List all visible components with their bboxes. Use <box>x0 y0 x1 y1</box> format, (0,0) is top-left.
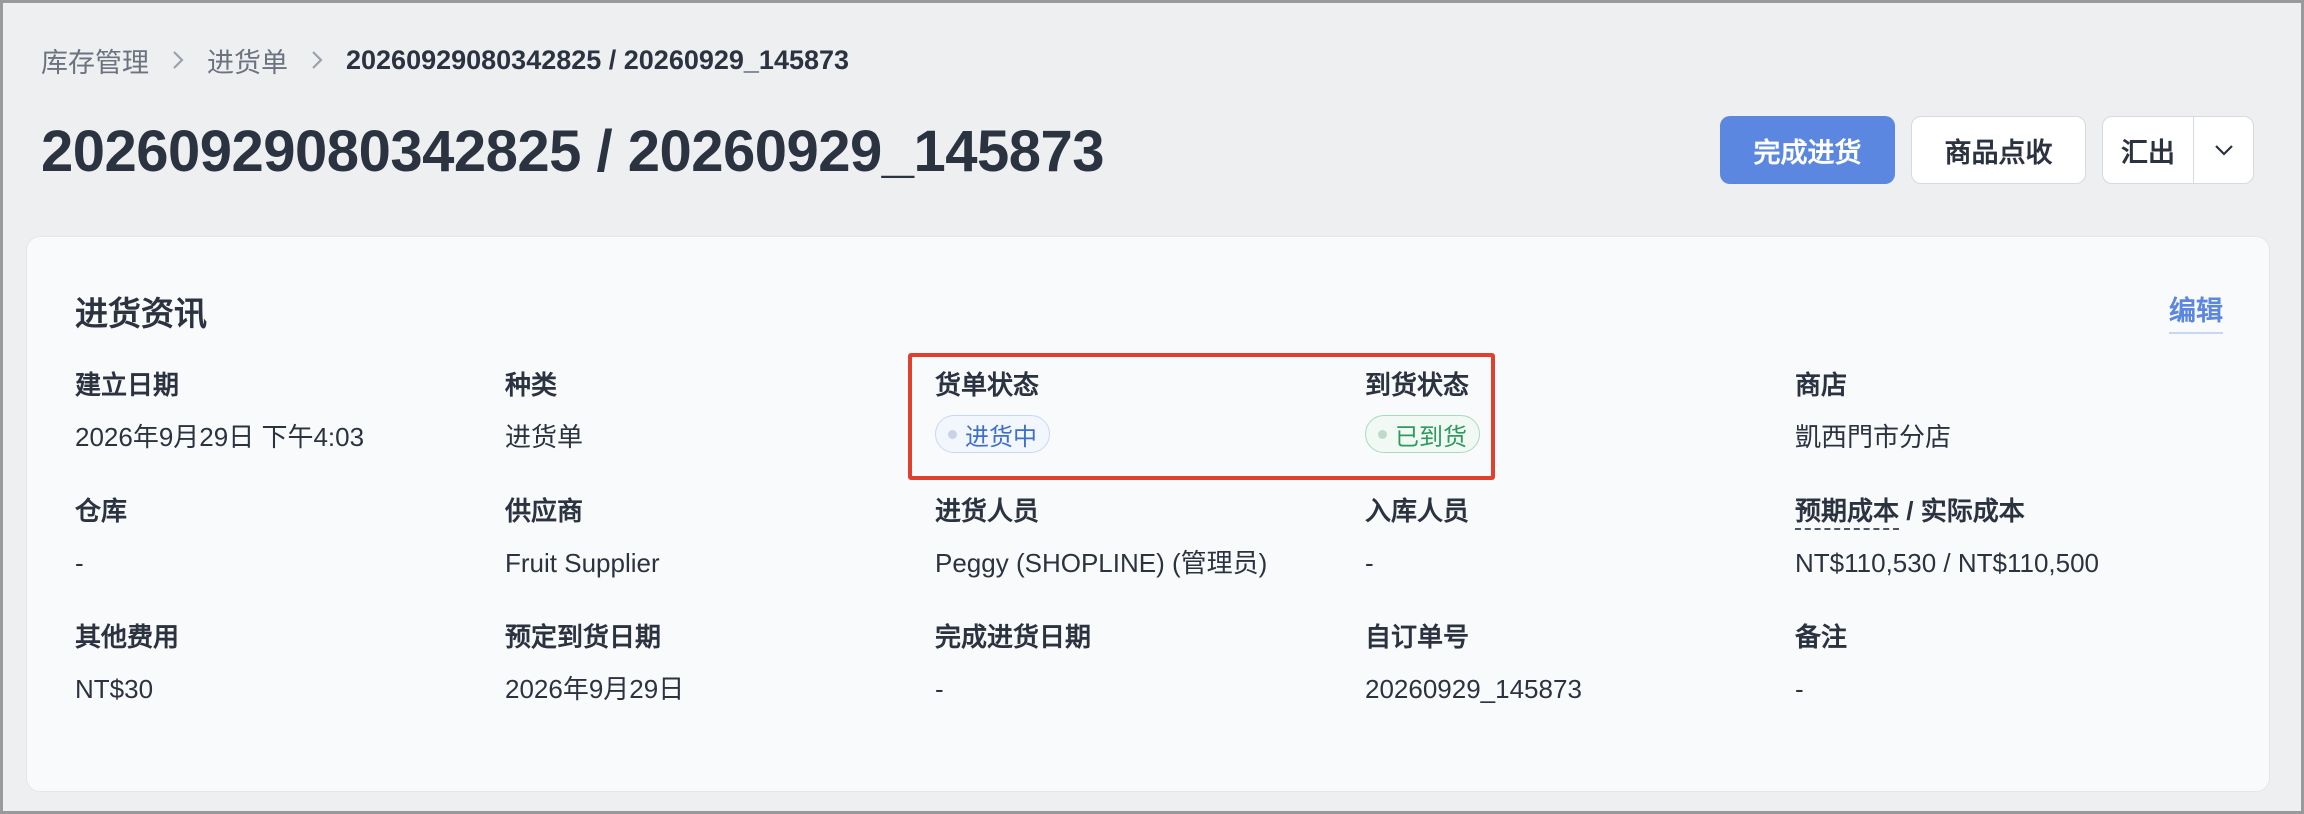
chevron-down-icon[interactable] <box>2193 117 2253 183</box>
field-order-status: 货单状态 进货中 <box>935 369 1355 453</box>
status-dot-icon <box>1378 429 1387 439</box>
export-button[interactable]: 汇出 <box>2103 117 2193 183</box>
field-cost: 预期成本 / 实际成本 NT$110,530 / NT$110,500 <box>1795 495 2215 579</box>
field-label: 货单状态 <box>935 370 1040 400</box>
field-value: 进货单 <box>505 422 584 452</box>
field-arrival-status: 到货状态 已到货 <box>1365 369 1785 453</box>
field-value: - <box>935 674 944 704</box>
field-value: 2026年9月29日 下午4:03 <box>75 422 365 452</box>
field-receiver: 入库人员 - <box>1365 495 1785 579</box>
export-split-button: 汇出 <box>2102 116 2254 184</box>
field-label: 商店 <box>1795 370 1848 400</box>
breadcrumb-current: 20260929080342825 / 20260929_145873 <box>346 44 850 75</box>
page-title: 20260929080342825 / 20260929_145873 <box>41 119 1105 184</box>
field-store: 商店 凱西門市分店 <box>1795 369 2215 453</box>
field-label: 自订单号 <box>1365 622 1470 652</box>
field-label: 完成进货日期 <box>935 622 1092 652</box>
status-text: 已到货 <box>1395 423 1467 451</box>
field-created-date: 建立日期 2026年9月29日 下午4:03 <box>75 369 495 453</box>
field-label: 供应商 <box>505 496 584 526</box>
field-warehouse: 仓库 - <box>75 495 495 579</box>
status-text: 进货中 <box>965 423 1037 451</box>
field-label: 种类 <box>505 370 558 400</box>
field-custom-no: 自订单号 20260929_145873 <box>1365 621 1785 705</box>
field-label: 其他费用 <box>75 622 180 652</box>
field-value: Peggy (SHOPLINE) (管理员) <box>935 548 1268 578</box>
field-value: 2026年9月29日 <box>505 674 685 704</box>
field-value: NT$110,530 / NT$110,500 <box>1795 548 2100 578</box>
field-completed-date: 完成进货日期 - <box>935 621 1355 705</box>
field-value: NT$30 <box>75 674 154 704</box>
chevron-right-icon <box>288 49 346 71</box>
field-note: 备注 - <box>1795 621 2215 705</box>
product-check-button[interactable]: 商品点收 <box>1911 116 2086 184</box>
field-value: - <box>1795 674 1804 704</box>
arrival-status-badge: 已到货 <box>1365 415 1480 453</box>
field-value: 20260929_145873 <box>1365 674 1582 704</box>
field-label: 预期成本 / 实际成本 <box>1795 495 2215 530</box>
field-label: 到货状态 <box>1365 370 1470 400</box>
actual-cost-label: 实际成本 <box>1920 496 2025 526</box>
field-type: 种类 进货单 <box>505 369 925 453</box>
field-label: 备注 <box>1795 622 1848 652</box>
edit-link[interactable]: 编辑 <box>2169 289 2223 334</box>
order-status-badge: 进货中 <box>935 415 1050 453</box>
field-expected-arrival: 预定到货日期 2026年9月29日 <box>505 621 925 705</box>
field-label: 进货人员 <box>935 496 1040 526</box>
cost-label-separator: / <box>1899 496 1921 526</box>
field-other-fees: 其他费用 NT$30 <box>75 621 495 705</box>
field-label: 建立日期 <box>75 370 180 400</box>
breadcrumb-purchase-order[interactable]: 进货单 <box>207 41 288 80</box>
breadcrumb-inventory[interactable]: 库存管理 <box>41 41 149 80</box>
header-actions: 完成进货 商品点收 汇出 <box>1720 116 2254 184</box>
field-supplier: 供应商 Fruit Supplier <box>505 495 925 579</box>
card-title: 进货资讯 <box>75 295 207 332</box>
field-label: 仓库 <box>75 496 128 526</box>
status-dot-icon <box>948 429 957 439</box>
breadcrumb: 库存管理 进货单 20260929080342825 / 20260929_14… <box>41 40 849 80</box>
field-label: 入库人员 <box>1365 496 1470 526</box>
field-purchaser: 进货人员 Peggy (SHOPLINE) (管理员) <box>935 495 1355 579</box>
field-value: 凱西門市分店 <box>1795 422 1952 452</box>
purchase-info-card: 进货资讯 编辑 建立日期 2026年9月29日 下午4:03 种类 进货单 货单… <box>26 236 2270 792</box>
chevron-right-icon <box>149 49 207 71</box>
complete-purchase-button[interactable]: 完成进货 <box>1720 116 1895 184</box>
field-label: 预定到货日期 <box>505 622 662 652</box>
field-value: Fruit Supplier <box>505 548 660 578</box>
field-value: - <box>75 548 84 578</box>
field-value: - <box>1365 548 1374 578</box>
expected-cost-tooltip-label[interactable]: 预期成本 <box>1795 496 1900 530</box>
